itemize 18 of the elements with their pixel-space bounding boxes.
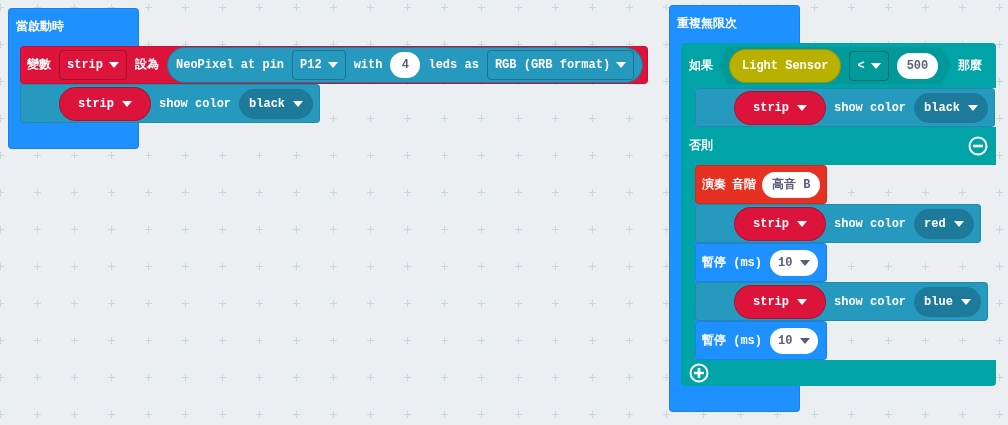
block-label: 暫停 (ms) bbox=[702, 254, 762, 272]
block-label: show color bbox=[834, 215, 907, 233]
block-label: leds as bbox=[428, 57, 479, 74]
block-label: show color bbox=[159, 95, 232, 113]
block-label: 設為 bbox=[135, 57, 159, 74]
block-label: with bbox=[353, 57, 383, 74]
block-label: 變數 bbox=[27, 57, 51, 74]
block-label: 否則 bbox=[689, 138, 713, 155]
block-label: 暫停 (ms) bbox=[702, 332, 762, 350]
block-label: 音階 bbox=[732, 176, 756, 194]
block-label: show color bbox=[834, 293, 907, 311]
block-label: show color bbox=[834, 99, 907, 117]
block-label: 那麼 bbox=[958, 57, 983, 75]
block-label: 重複無限次 bbox=[676, 15, 738, 33]
block-label: 演奏 bbox=[702, 176, 726, 194]
block-label: 當啟動時 bbox=[15, 19, 65, 36]
block-label: NeoPixel at pin bbox=[176, 57, 285, 74]
block-label: 如果 bbox=[689, 57, 713, 75]
